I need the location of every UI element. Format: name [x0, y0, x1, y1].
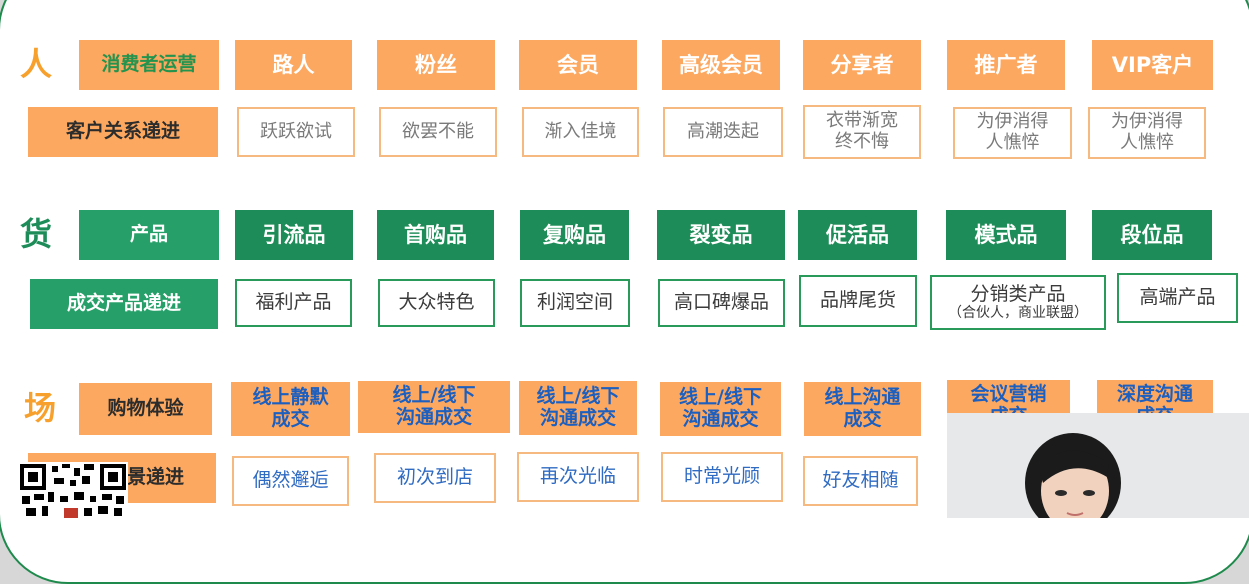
- goods-sub-item-5: 品牌尾货: [799, 275, 917, 327]
- goods-sub-header: 成交产品递进: [30, 279, 218, 329]
- place-sub-item-2: 初次到店: [374, 453, 496, 503]
- people-sub-item-3: 渐入佳境: [522, 107, 639, 157]
- place-sub-item-3: 再次光临: [517, 452, 639, 502]
- goods-item-2: 首购品: [377, 210, 494, 260]
- place-item-2: 线上/线下 沟通成交: [358, 381, 510, 433]
- goods-item-1: 引流品: [235, 210, 353, 260]
- goods-sub-item-7: 高端产品: [1117, 273, 1238, 323]
- goods-item-5: 促活品: [798, 210, 917, 260]
- place-sub-item-1: 偶然邂逅: [232, 456, 349, 506]
- people-sub-item-4: 高潮迭起: [663, 107, 783, 157]
- people-item-2: 粉丝: [377, 40, 495, 90]
- people-item-4: 高级会员: [662, 40, 780, 90]
- place-sub-item-4: 时常光顾: [661, 452, 783, 502]
- goods-sub-item-6-note: （合伙人，商业联盟）: [948, 305, 1088, 322]
- presenter-avatar: [947, 413, 1249, 518]
- people-sub-item-1: 跃跃欲试: [237, 107, 355, 157]
- people-sub-item-7: 为伊消得 人憔悴: [1088, 107, 1206, 159]
- place-sub-item-5: 好友相随: [803, 456, 918, 506]
- place-item-4: 线上/线下 沟通成交: [660, 382, 781, 436]
- place-item-3: 线上/线下 沟通成交: [519, 381, 637, 435]
- people-sub-item-2: 欲罢不能: [379, 107, 497, 157]
- people-item-7: VIP客户: [1092, 40, 1213, 90]
- goods-sub-item-2: 大众特色: [378, 279, 495, 327]
- webcam-overlay: [947, 413, 1249, 518]
- qr-code-icon: [18, 462, 128, 518]
- goods-sub-item-3: 利润空间: [520, 279, 630, 327]
- row-label-place: 场: [23, 388, 56, 427]
- people-sub-header: 客户关系递进: [28, 107, 218, 157]
- goods-header: 产品: [79, 210, 219, 260]
- goods-sub-item-6: 分销类产品 （合伙人，商业联盟）: [930, 275, 1106, 330]
- people-item-3: 会员: [519, 40, 637, 90]
- row-label-people: 人: [19, 44, 52, 83]
- goods-item-6: 模式品: [946, 210, 1066, 260]
- goods-sub-item-1: 福利产品: [235, 279, 352, 327]
- people-item-6: 推广者: [947, 40, 1065, 90]
- people-sub-item-6: 为伊消得 人憔悴: [953, 107, 1072, 159]
- people-sub-item-5: 衣带渐宽 终不悔: [803, 105, 921, 159]
- goods-item-4: 裂变品: [657, 210, 785, 260]
- goods-sub-item-4: 高口碑爆品: [658, 279, 785, 327]
- people-header: 消费者运营: [79, 40, 219, 90]
- row-label-goods: 货: [19, 214, 52, 253]
- goods-item-7: 段位品: [1092, 210, 1212, 260]
- goods-sub-item-6-label: 分销类产品: [970, 282, 1066, 305]
- people-item-1: 路人: [235, 40, 352, 90]
- place-item-1: 线上静默 成交: [231, 382, 350, 436]
- goods-item-3: 复购品: [520, 210, 629, 260]
- people-item-5: 分享者: [803, 40, 921, 90]
- place-header: 购物体验: [79, 383, 212, 435]
- place-item-5: 线上沟通 成交: [804, 382, 921, 436]
